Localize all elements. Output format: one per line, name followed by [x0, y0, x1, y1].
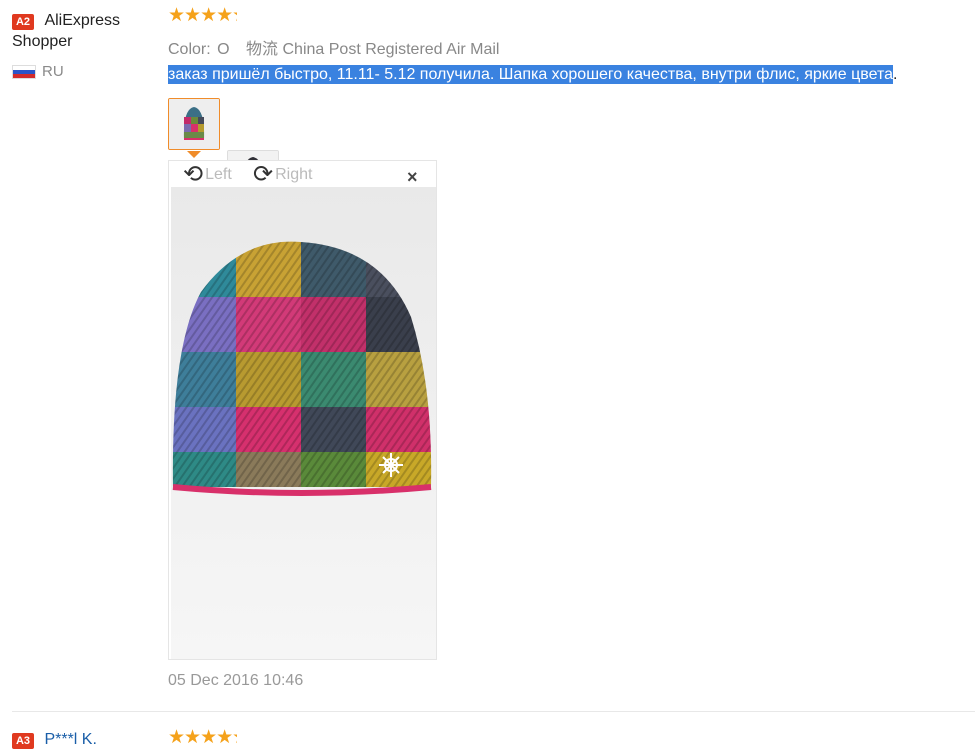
rotate-right-label: Right — [275, 166, 313, 183]
rotate-left-icon: ⟲ — [183, 161, 204, 188]
photo-thumbnail-1[interactable] — [168, 98, 220, 150]
rotate-left-label: Left — [205, 166, 232, 183]
review-photo — [171, 187, 436, 659]
review-text-selected: заказ пришёл быстро, 11.11- 5.12 получил… — [168, 65, 893, 84]
hat-photo-image — [171, 187, 436, 659]
rotate-right-icon: ⟳ — [253, 161, 274, 188]
color-value: O — [217, 41, 230, 58]
reviewer-level-badge: A2 — [12, 14, 34, 30]
hat-thumbnail-image — [169, 99, 219, 149]
color-label: Color: — [168, 41, 211, 58]
star-icons-2: ★★★★ — [168, 727, 233, 748]
half-star-icon: ★ — [232, 6, 237, 26]
rating-stars-2: ★★★★★ — [168, 728, 237, 748]
order-meta: Color: O 物流 China Post Registered Air Ma… — [168, 35, 499, 59]
review-text: заказ пришёл быстро, 11.11- 5.12 получил… — [168, 64, 897, 86]
reviewer-info: A2 AliExpress — [12, 9, 120, 32]
review-divider — [12, 711, 975, 712]
shipping-method: 物流 China Post Registered Air Mail — [246, 41, 500, 58]
rotate-right-button[interactable]: ⟳ Right — [253, 163, 312, 187]
star-icons: ★★★★ — [168, 5, 233, 26]
reviewer2-level-badge: A3 — [12, 733, 34, 749]
reviewer-name-line1: AliExpress — [44, 12, 121, 29]
active-thumbnail-caret — [187, 151, 201, 158]
country-code: RU — [42, 63, 64, 80]
photo-viewer: ⟲ Left ⟳ Right × — [168, 160, 437, 660]
review-date: 05 Dec 2016 10:46 — [168, 672, 304, 689]
review-text-tail: . — [892, 66, 898, 83]
reviewer-name-line2: Shopper — [12, 33, 73, 50]
reviewer-country: RU — [12, 63, 64, 80]
reviewer2-info: A3 P***l K. — [12, 731, 97, 749]
rating-stars: ★★★★★ — [168, 6, 237, 26]
rotate-left-button[interactable]: ⟲ Left — [183, 163, 232, 187]
close-icon[interactable]: × — [407, 167, 418, 188]
reviewer2-name[interactable]: P***l K. — [44, 731, 96, 748]
russia-flag-icon — [12, 65, 36, 80]
half-star-icon-2: ★ — [232, 728, 237, 748]
